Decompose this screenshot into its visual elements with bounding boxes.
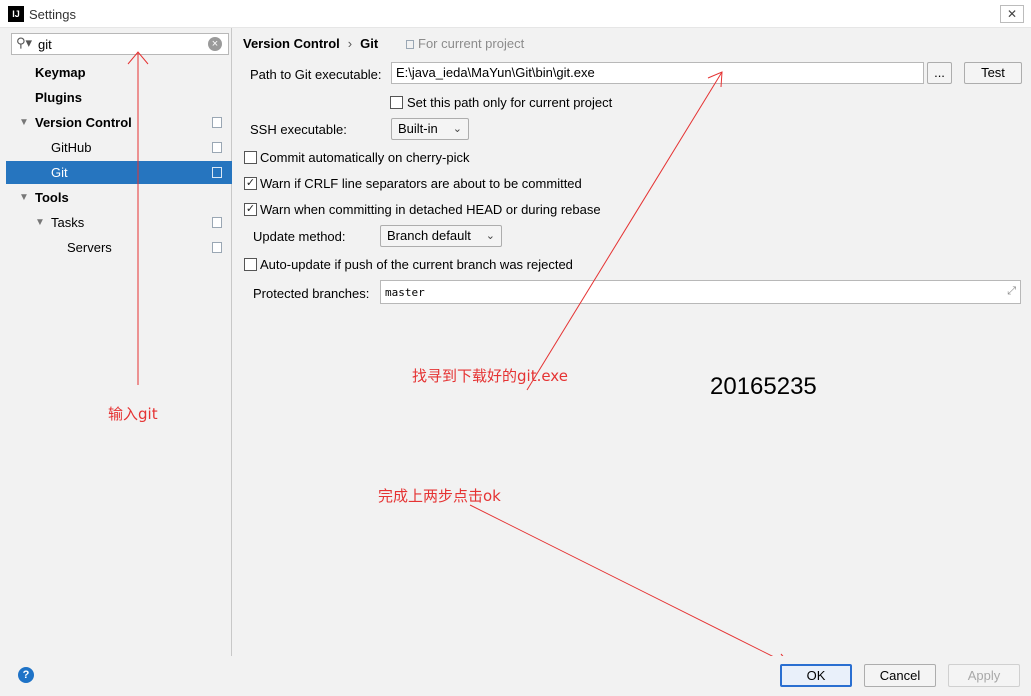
- annotation-input-git: 输入git: [108, 405, 158, 423]
- ssh-label: SSH executable:: [250, 122, 347, 137]
- warn-detached-label: Warn when committing in detached HEAD or…: [260, 202, 601, 217]
- project-scope-icon: [212, 115, 225, 128]
- auto-update-checkbox[interactable]: [244, 258, 257, 271]
- git-path-label: Path to Git executable:: [250, 67, 382, 82]
- search-icon: ⚲▾: [16, 35, 33, 50]
- breadcrumb-parent[interactable]: Version Control: [243, 36, 340, 51]
- sidebar-item-tools[interactable]: ▼ Tools: [6, 186, 232, 209]
- chevron-down-icon[interactable]: ▼: [19, 186, 29, 209]
- auto-update-label: Auto-update if push of the current branc…: [260, 257, 573, 272]
- sidebar-item-label: Tasks: [51, 215, 85, 230]
- sidebar-item-plugins[interactable]: Plugins: [6, 86, 232, 109]
- expand-icon[interactable]: ⤢: [1007, 284, 1016, 298]
- test-button[interactable]: Test: [964, 62, 1022, 84]
- search-value: git: [38, 37, 52, 52]
- project-scope-icon: [212, 215, 225, 228]
- chevron-down-icon[interactable]: ▼: [35, 211, 45, 234]
- scope-text: For current project: [418, 36, 525, 51]
- scope-label: For current project: [406, 36, 524, 51]
- cancel-button[interactable]: Cancel: [864, 664, 936, 687]
- settings-sidebar: ⚲▾ git × Keymap Plugins ▼ Version Contro…: [0, 28, 232, 656]
- sidebar-item-keymap[interactable]: Keymap: [6, 61, 232, 84]
- sidebar-item-label: GitHub: [51, 140, 92, 155]
- chevron-down-icon[interactable]: ▼: [19, 111, 29, 134]
- window-title: Settings: [29, 7, 76, 22]
- protected-branches-field[interactable]: master ⤢: [380, 280, 1021, 304]
- sidebar-item-version-control[interactable]: ▼ Version Control: [6, 111, 232, 134]
- protected-branches-value: master: [385, 286, 425, 299]
- intellij-logo-icon: IJ: [8, 6, 24, 22]
- warn-detached-checkbox[interactable]: ✓: [244, 203, 257, 216]
- student-id-text: 20165235: [710, 373, 817, 400]
- close-button[interactable]: ✕: [1000, 5, 1024, 23]
- sidebar-item-servers[interactable]: Servers: [6, 236, 232, 259]
- set-path-only-checkbox[interactable]: [390, 96, 403, 109]
- commit-cherry-pick-checkbox[interactable]: [244, 151, 257, 164]
- update-method-value: Branch default: [387, 228, 471, 243]
- sidebar-item-label: Servers: [67, 240, 112, 255]
- protected-branches-label: Protected branches:: [253, 286, 370, 301]
- clear-search-icon[interactable]: ×: [208, 37, 222, 51]
- sidebar-item-label: Git: [51, 165, 68, 180]
- breadcrumb: Version Control › Git: [243, 36, 378, 51]
- title-bar: IJ Settings ✕: [0, 0, 1031, 28]
- breadcrumb-separator: ›: [347, 36, 353, 51]
- annotation-click-ok: 完成上两步点击ok: [378, 487, 501, 505]
- update-method-label: Update method:: [253, 229, 346, 244]
- annotation-find-git-exe: 找寻到下载好的git.exe: [412, 367, 568, 385]
- chevron-down-icon: ⌄: [485, 230, 495, 242]
- search-input[interactable]: ⚲▾ git ×: [11, 33, 229, 55]
- sidebar-item-label: Plugins: [35, 90, 82, 105]
- dialog-footer: ? OK Cancel Apply: [0, 656, 1031, 696]
- sidebar-item-tasks[interactable]: ▼ Tasks: [6, 211, 232, 234]
- apply-button[interactable]: Apply: [948, 664, 1020, 687]
- git-path-field[interactable]: E:\java_ieda\MaYun\Git\bin\git.exe: [391, 62, 924, 84]
- project-scope-icon: [212, 240, 225, 253]
- project-scope-icon: [212, 165, 225, 178]
- git-settings-panel: Version Control › Git For current project …: [233, 28, 1031, 656]
- chevron-down-icon: ⌄: [452, 123, 462, 135]
- ssh-executable-select[interactable]: Built-in ⌄: [391, 118, 469, 140]
- project-scope-icon: [406, 40, 414, 49]
- update-method-select[interactable]: Branch default ⌄: [380, 225, 502, 247]
- warn-crlf-checkbox[interactable]: ✓: [244, 177, 257, 190]
- sidebar-item-label: Tools: [35, 190, 69, 205]
- breadcrumb-current: Git: [360, 36, 379, 51]
- ok-button[interactable]: OK: [780, 664, 852, 687]
- commit-cherry-pick-label: Commit automatically on cherry-pick: [260, 150, 470, 165]
- project-scope-icon: [212, 140, 225, 153]
- sidebar-item-label: Keymap: [35, 65, 86, 80]
- sidebar-item-git[interactable]: Git: [6, 161, 232, 184]
- ssh-value: Built-in: [398, 121, 438, 136]
- browse-button[interactable]: ...: [927, 62, 952, 84]
- set-path-only-label: Set this path only for current project: [407, 95, 613, 110]
- sidebar-item-label: Version Control: [35, 115, 132, 130]
- sidebar-item-github[interactable]: GitHub: [6, 136, 232, 159]
- help-icon[interactable]: ?: [18, 667, 34, 683]
- warn-crlf-label: Warn if CRLF line separators are about t…: [260, 176, 582, 191]
